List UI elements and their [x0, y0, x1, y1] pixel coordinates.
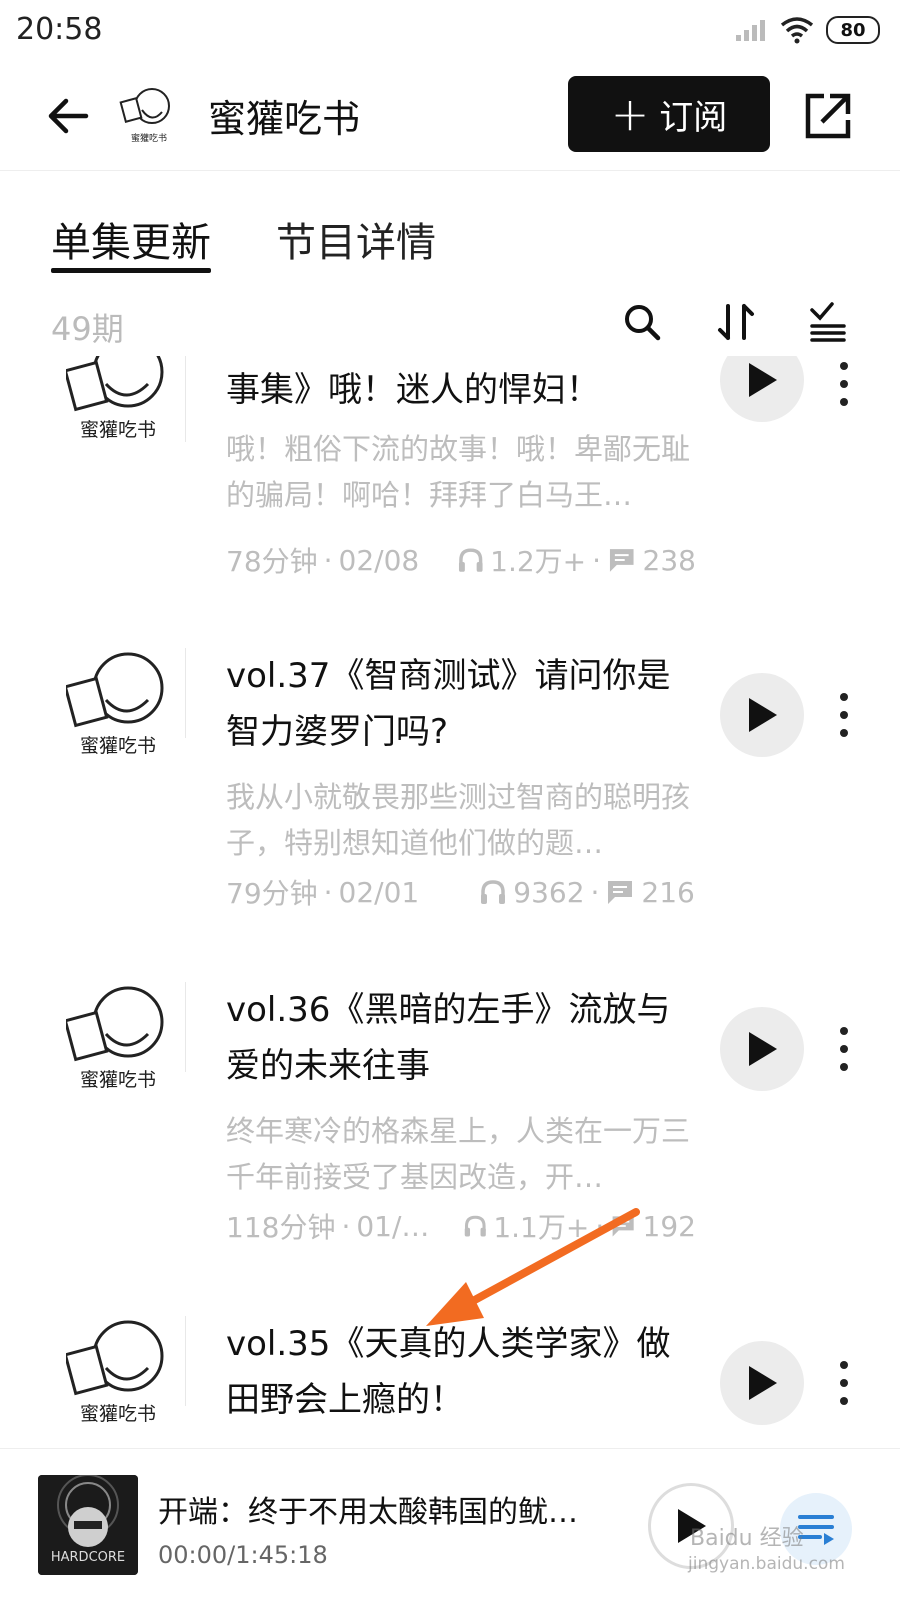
- episode-thumbnail: 蜜獾吃书: [66, 986, 164, 1091]
- episode-plays: 9362: [513, 875, 585, 909]
- episode-title: vol.37《智商测试》请问你是智力婆罗门吗?: [226, 656, 671, 752]
- back-button[interactable]: [40, 86, 100, 146]
- svg-text:蜜獾吃书: 蜜獾吃书: [80, 735, 156, 757]
- episode-duration: 118分钟: [226, 1211, 336, 1244]
- filter-icon[interactable]: [806, 300, 850, 344]
- share-icon: [805, 93, 851, 139]
- podcast-title: 蜜獾吃书: [208, 97, 361, 141]
- comment-icon: [612, 1216, 634, 1237]
- play-icon: [749, 1366, 777, 1400]
- back-arrow-icon: [48, 98, 89, 134]
- episode-description: 终年寒冷的格森星上，人类在一万三千年前接受了基因改造，开…: [226, 1114, 691, 1194]
- status-time: 20:58: [16, 12, 103, 47]
- list-item[interactable]: 蜜獾吃书 vol.37《智商测试》请问你是智力婆罗门吗? 我从小就敬畏那些测过智…: [0, 648, 900, 988]
- divider: [185, 356, 186, 442]
- divider: [185, 648, 186, 738]
- watermark-url: jingyan.baidu.com: [688, 1554, 845, 1574]
- tab-bar: 单集更新 节目详情: [0, 200, 900, 280]
- episode-count: 49期: [51, 310, 124, 348]
- more-button[interactable]: [832, 356, 856, 414]
- list-item[interactable]: 蜜獾吃书 vol.36《黑暗的左手》流放与爱的未来往事 终年寒冷的格森星上，人类…: [0, 982, 900, 1322]
- comment-icon: [609, 549, 634, 572]
- more-button[interactable]: [832, 685, 856, 745]
- episode-meta: 118分钟 · 01/… 1.1万+ · 192: [226, 1206, 696, 1246]
- episode-thumbnail: 蜜獾吃书: [66, 652, 164, 757]
- episode-list: 蜜獾吃书 事集》哦！迷人的悍妇！ 哦！粗俗下流的故事！哦！卑鄙无耻的骗局！啊哈！…: [0, 356, 900, 1448]
- svg-text:HARDCORE: HARDCORE: [51, 1550, 125, 1565]
- list-item[interactable]: 蜜獾吃书 vol.35《天真的人类学家》做田野会上瘾的！: [0, 1316, 900, 1448]
- now-playing-cover: HARDCORE: [38, 1475, 138, 1575]
- tab-details[interactable]: 节目详情: [276, 210, 436, 268]
- episode-comments: 238: [642, 543, 696, 577]
- sort-icon[interactable]: [714, 300, 758, 344]
- search-icon[interactable]: [620, 300, 664, 344]
- episode-meta: 79分钟 · 02/01 9362 · 216: [226, 872, 696, 912]
- play-icon: [749, 363, 777, 397]
- episode-plays: 1.2万+: [490, 545, 587, 578]
- play-button[interactable]: [720, 356, 804, 422]
- episode-thumbnail: 蜜獾吃书: [66, 1320, 164, 1425]
- episode-thumbnail: 蜜獾吃书: [66, 356, 164, 441]
- episode-title: vol.36《黑暗的左手》流放与爱的未来往事: [226, 990, 671, 1086]
- episode-plays: 1.1万+: [493, 1211, 590, 1244]
- play-button[interactable]: [720, 673, 804, 757]
- episode-comments: 192: [642, 1209, 696, 1243]
- play-button[interactable]: [720, 1007, 804, 1091]
- subscribe-label: 订阅: [659, 97, 728, 138]
- episode-title: vol.35《天真的人类学家》做田野会上瘾的！: [226, 1324, 671, 1420]
- subscribe-button[interactable]: + 订阅: [568, 76, 770, 152]
- comment-icon: [608, 881, 633, 904]
- list-item[interactable]: 蜜獾吃书 事集》哦！迷人的悍妇！ 哦！粗俗下流的故事！哦！卑鄙无耻的骗局！啊哈！…: [0, 356, 900, 692]
- episode-date: 02/08: [338, 543, 420, 577]
- play-icon: [749, 698, 777, 732]
- episode-duration: 78分钟: [226, 545, 318, 578]
- active-tab-indicator: [51, 268, 211, 273]
- episode-description: 我从小就敬畏那些测过智商的聪明孩子，特别想知道他们做的题…: [226, 780, 691, 860]
- top-app-bar: 蜜獾吃书 蜜獾吃书 + 订阅: [0, 62, 900, 171]
- headphones-icon: [481, 880, 506, 904]
- plus-icon: +: [610, 87, 650, 141]
- episode-date: 02/01: [338, 875, 420, 909]
- now-playing-title: 开端：终于不用太酸韩国的鱿…: [158, 1495, 578, 1530]
- more-icon: [840, 693, 848, 701]
- share-button[interactable]: [800, 88, 856, 144]
- more-button[interactable]: [832, 1353, 856, 1413]
- episode-description: 哦！粗俗下流的故事！哦！卑鄙无耻的骗局！啊哈！拜拜了白马王…: [226, 432, 691, 512]
- podcast-logo: 蜜獾吃书: [119, 88, 174, 144]
- more-button[interactable]: [832, 1019, 856, 1079]
- svg-text:蜜獾吃书: 蜜獾吃书: [131, 132, 167, 144]
- episode-comments: 216: [641, 875, 695, 909]
- svg-text:蜜獾吃书: 蜜獾吃书: [80, 1403, 156, 1425]
- episode-date: 01/…: [356, 1209, 430, 1243]
- episode-title: 事集》哦！迷人的悍妇！: [226, 370, 600, 410]
- divider: [185, 982, 186, 1072]
- watermark: Baidu 经验: [690, 1526, 804, 1551]
- svg-text:蜜獾吃书: 蜜獾吃书: [80, 1069, 156, 1091]
- divider: [185, 1316, 186, 1406]
- more-icon: [840, 1027, 848, 1035]
- svg-text:蜜獾吃书: 蜜獾吃书: [80, 419, 156, 441]
- tab-episodes[interactable]: 单集更新: [51, 210, 211, 268]
- wifi-icon: [780, 17, 814, 44]
- now-playing-time: 00:00/1:45:18: [158, 1541, 328, 1569]
- episode-meta: 78分钟 · 02/08 1.2万+ · 238: [226, 540, 696, 580]
- headphones-icon: [464, 1215, 486, 1237]
- headphones-icon: [458, 548, 483, 572]
- more-icon: [840, 362, 848, 370]
- play-icon: [749, 1032, 777, 1066]
- play-button[interactable]: [720, 1341, 804, 1425]
- status-bar: 20:58 80: [0, 0, 900, 62]
- battery-indicator: 80: [826, 16, 880, 44]
- episode-duration: 79分钟: [226, 877, 318, 910]
- status-icons: 80: [734, 14, 880, 46]
- signal-icon: [736, 20, 765, 41]
- more-icon: [840, 1361, 848, 1369]
- list-header: 49期: [0, 296, 900, 356]
